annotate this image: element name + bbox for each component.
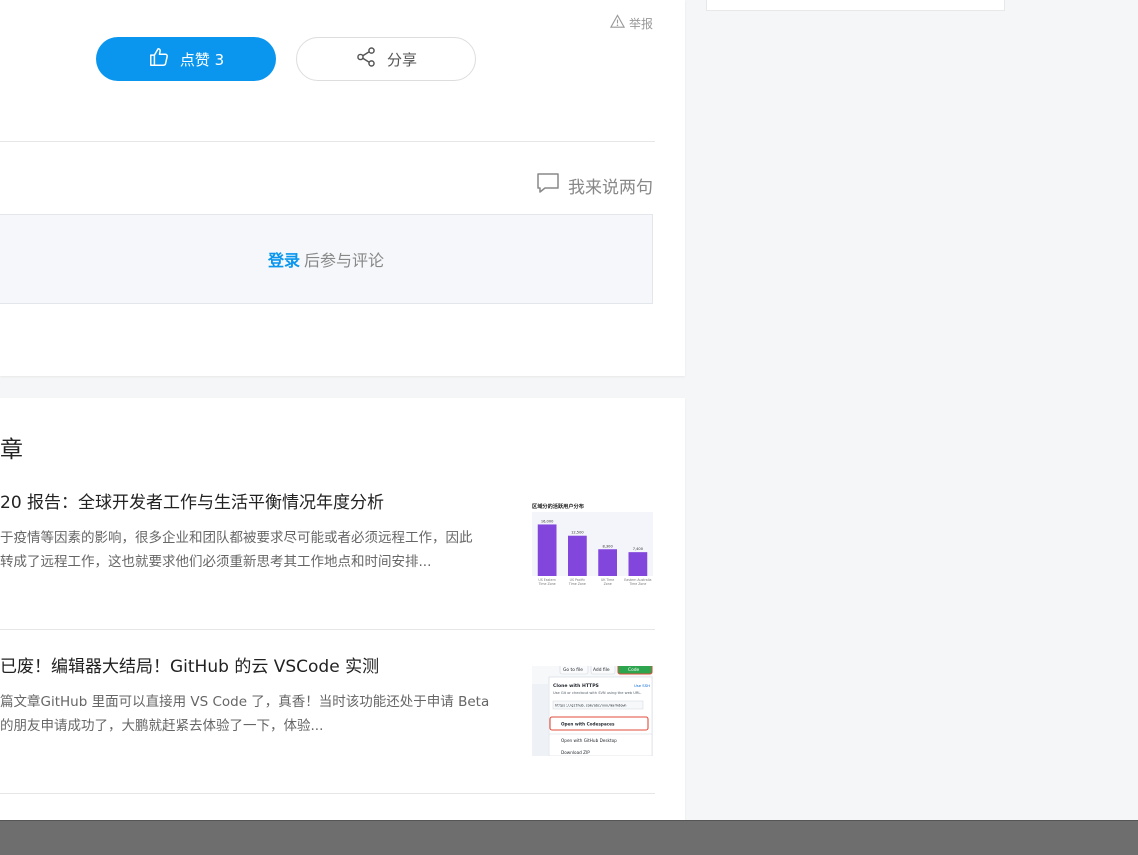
article-thumbnail-chart[interactable]: 区域分的活跃用户分布 16,000 US Eastern Time Zone 12,50… — [532, 502, 653, 592]
code-button: Code — [628, 667, 640, 673]
report-label: 举报 — [628, 16, 653, 31]
chart-category-label: Zone — [604, 582, 612, 586]
chart-data-label: 16,000 — [541, 519, 554, 523]
divider — [0, 141, 655, 142]
report-link[interactable]: 举报 — [609, 14, 653, 32]
comment-prompt[interactable]: 我来说两句 — [536, 171, 653, 200]
open-desktop-item: Open with GitHub Desktop — [561, 738, 617, 743]
clone-title: Clone with HTTPS — [553, 683, 599, 689]
github-clone-screenshot: Go to file Add file Code Clone with HTTP… — [532, 666, 653, 756]
article-title[interactable]: 已废！编辑器大结局！GitHub 的云 VSCode 实测 — [0, 652, 379, 677]
chart-data-label: 8,300 — [602, 544, 613, 548]
clone-description: Use Git or checkout with SVN using the w… — [553, 691, 642, 695]
related-article[interactable]: 20 报告：全球开发者工作与生活平衡情况年度分析 于疫情等因素的影响，很多企业和… — [0, 486, 655, 630]
article-title[interactable]: 20 报告：全球开发者工作与生活平衡情况年度分析 — [0, 488, 384, 513]
chart-title: 区域分的活跃用户分布 — [532, 502, 584, 510]
divider — [0, 629, 655, 630]
login-to-comment-box: 登录 后参与评论 — [0, 214, 653, 304]
warning-icon — [609, 14, 626, 32]
related-section-title: 章 — [0, 437, 23, 463]
thumbs-up-icon — [148, 46, 170, 72]
chart-data-label: 7,400 — [633, 547, 644, 551]
related-article[interactable]: 已废！编辑器大结局！GitHub 的云 VSCode 实测 篇文章GitHub … — [0, 650, 655, 794]
chart-data-label: 12,500 — [571, 531, 584, 535]
clone-url: https://github.com/abc/xxx/markdown — [555, 704, 626, 708]
login-suffix: 后参与评论 — [304, 251, 385, 270]
chart-bar — [598, 549, 618, 576]
chart-category-label: Time Zone — [628, 582, 646, 586]
sidebar-card — [706, 0, 1005, 11]
bar-chart: 区域分的活跃用户分布16,000US EasternTime Zone12,50… — [532, 502, 653, 586]
share-button[interactable]: 分享 — [296, 37, 476, 81]
chart-bar — [567, 535, 587, 576]
chart-category-label: Time Zone — [538, 582, 556, 586]
article-actions-card: 举报 点赞 3 分享 我来说两句 登录 后参与评论 — [0, 0, 685, 376]
download-zip-item: Download ZIP — [561, 750, 590, 755]
article-summary-line: 于疫情等因素的影响，很多企业和团队都被要求尽可能或者必须远程工作，因此 — [0, 530, 473, 546]
like-label: 点赞 3 — [179, 50, 225, 69]
share-icon — [355, 46, 377, 72]
article-thumbnail-github[interactable]: Go to file Add file Code Clone with HTTP… — [532, 666, 653, 756]
taskbar — [0, 820, 1138, 855]
add-file-button: Add file — [593, 667, 610, 673]
comment-icon — [536, 171, 560, 200]
article-summary-line: 转成了远程工作，这也就要求他们必须重新思考其工作地点和时间安排... — [0, 554, 432, 570]
divider — [0, 793, 655, 794]
chart-bar — [628, 552, 648, 576]
chart-bar — [537, 524, 557, 576]
chart-category-label: Time Zone — [568, 582, 586, 586]
article-summary-line: 的朋友申请成功了，大鹏就赶紧去体验了一下，体验... — [0, 718, 324, 734]
go-to-file-button: Go to file — [563, 667, 583, 673]
article-summary-line: 篇文章GitHub 里面可以直接用 VS Code 了，真香！当时该功能还处于申… — [0, 694, 490, 710]
like-button[interactable]: 点赞 3 — [96, 37, 276, 81]
login-link[interactable]: 登录 — [268, 247, 300, 271]
use-ssh-link: Use SSH — [634, 683, 650, 688]
open-codespaces-item: Open with Codespaces — [561, 722, 615, 727]
share-label: 分享 — [386, 50, 417, 69]
comment-prompt-label: 我来说两句 — [568, 178, 653, 198]
